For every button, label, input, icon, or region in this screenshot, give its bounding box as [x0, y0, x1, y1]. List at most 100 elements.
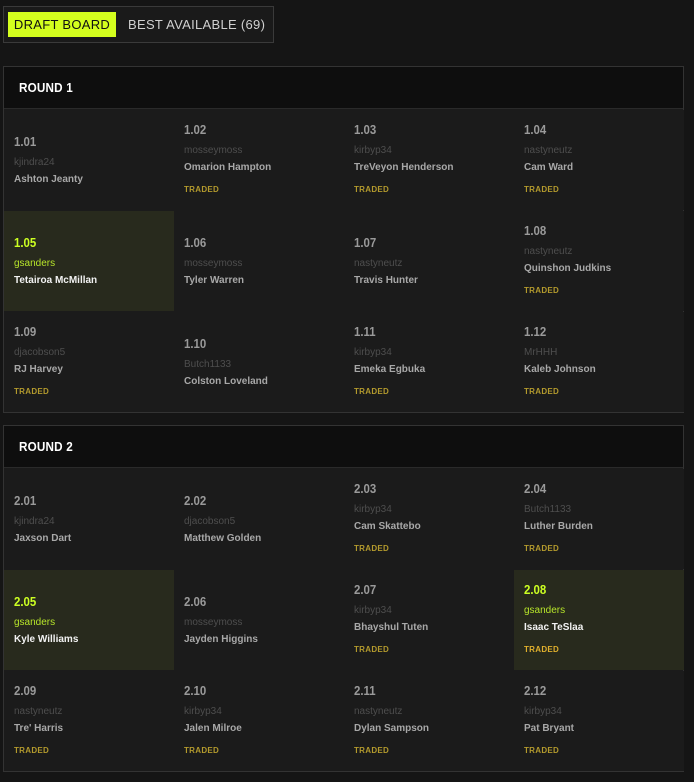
- pick-number: 1.12: [524, 324, 547, 339]
- pick-cell[interactable]: 1.04 nastyneutz Cam Ward TRADED: [514, 110, 684, 210]
- pick-owner: gsanders: [14, 617, 56, 628]
- player-name: Matthew Golden: [184, 533, 262, 544]
- pick-number: 1.07: [354, 235, 377, 250]
- player-name: Pat Bryant: [524, 723, 575, 734]
- pick-cell[interactable]: 1.09 djacobson5 RJ Harvey TRADED: [4, 312, 174, 412]
- player-name: RJ Harvey: [14, 364, 63, 375]
- pick-cell[interactable]: 1.05 gsanders Tetairoa McMillan: [4, 211, 174, 311]
- pick-owner: kirbyp34: [354, 504, 392, 515]
- pick-number: 2.12: [524, 683, 547, 698]
- traded-badge: TRADED: [14, 746, 50, 755]
- round-title: ROUND 1: [19, 80, 73, 95]
- player-name: Jayden Higgins: [184, 634, 258, 645]
- tab-best-available[interactable]: BEST AVAILABLE (69): [128, 12, 265, 37]
- pick-owner: djacobson5: [14, 347, 66, 358]
- pick-owner: djacobson5: [184, 516, 236, 527]
- pick-number: 2.10: [184, 683, 207, 698]
- traded-badge: TRADED: [524, 544, 560, 553]
- pick-owner: kirbyp34: [354, 605, 392, 616]
- pick-cell[interactable]: 2.05 gsanders Kyle Williams: [4, 570, 174, 670]
- pick-cell[interactable]: 1.10 Butch1133 Colston Loveland: [174, 312, 344, 412]
- pick-owner: gsanders: [14, 258, 56, 269]
- pick-cell[interactable]: 2.06 mosseymoss Jayden Higgins: [174, 570, 344, 670]
- pick-cell[interactable]: 2.04 Butch1133 Luther Burden TRADED: [514, 469, 684, 569]
- pick-cell[interactable]: 2.07 kirbyp34 Bhayshul Tuten TRADED: [344, 570, 514, 670]
- player-name: Kyle Williams: [14, 634, 79, 645]
- player-name: Cam Skattebo: [354, 521, 421, 532]
- round-header: ROUND 2: [4, 426, 683, 468]
- player-name: Travis Hunter: [354, 275, 418, 286]
- traded-badge: TRADED: [14, 387, 50, 396]
- pick-number: 1.08: [524, 223, 547, 238]
- pick-cell[interactable]: 1.08 nastyneutz Quinshon Judkins TRADED: [514, 211, 684, 311]
- round-title: ROUND 2: [19, 439, 73, 454]
- player-name: Omarion Hampton: [184, 162, 272, 173]
- pick-owner: kjindra24: [14, 516, 55, 527]
- round-header: ROUND 1: [4, 67, 683, 109]
- player-name: Bhayshul Tuten: [354, 622, 429, 633]
- pick-number: 2.06: [184, 594, 207, 609]
- pick-cell[interactable]: 1.01 kjindra24 Ashton Jeanty: [4, 110, 174, 210]
- player-name: Cam Ward: [524, 162, 574, 173]
- tab-draft-board[interactable]: DRAFT BOARD: [8, 12, 116, 37]
- pick-cell[interactable]: 2.08 gsanders Isaac TeSlaa TRADED: [514, 570, 684, 670]
- player-name: Quinshon Judkins: [524, 263, 612, 274]
- pick-cell[interactable]: 1.02 mosseymoss Omarion Hampton TRADED: [174, 110, 344, 210]
- pick-number: 1.05: [14, 235, 37, 250]
- pick-owner: kirbyp34: [184, 706, 222, 717]
- traded-badge: TRADED: [354, 544, 390, 553]
- pick-number: 1.01: [14, 134, 37, 149]
- pick-number: 1.06: [184, 235, 207, 250]
- pick-owner: kirbyp34: [524, 706, 562, 717]
- pick-number: 2.08: [524, 582, 547, 597]
- pick-number: 2.11: [354, 683, 376, 698]
- pick-owner: kirbyp34: [354, 347, 392, 358]
- pick-owner: nastyneutz: [524, 246, 573, 257]
- pick-owner: kjindra24: [14, 157, 55, 168]
- pick-owner: nastyneutz: [354, 706, 403, 717]
- pick-cell[interactable]: 2.09 nastyneutz Tre' Harris TRADED: [4, 671, 174, 771]
- pick-cell[interactable]: 2.12 kirbyp34 Pat Bryant TRADED: [514, 671, 684, 771]
- pick-number: 2.03: [354, 481, 377, 496]
- pick-owner: mosseymoss: [184, 617, 243, 628]
- pick-number: 1.04: [524, 122, 547, 137]
- pick-number: 2.05: [14, 594, 37, 609]
- traded-badge: TRADED: [354, 746, 390, 755]
- traded-badge: TRADED: [354, 185, 390, 194]
- pick-owner: nastyneutz: [354, 258, 403, 269]
- player-name: Ashton Jeanty: [14, 174, 83, 185]
- pick-owner: Butch1133: [524, 504, 572, 515]
- pick-cell[interactable]: 1.12 MrHHH Kaleb Johnson TRADED: [514, 312, 684, 412]
- player-name: Jaxson Dart: [14, 533, 72, 544]
- traded-badge: TRADED: [354, 645, 390, 654]
- pick-cell[interactable]: 2.02 djacobson5 Matthew Golden: [174, 469, 344, 569]
- player-name: Jalen Milroe: [184, 723, 242, 734]
- pick-cell[interactable]: 2.11 nastyneutz Dylan Sampson TRADED: [344, 671, 514, 771]
- traded-badge: TRADED: [524, 645, 560, 654]
- traded-badge: TRADED: [524, 387, 560, 396]
- pick-cell[interactable]: 2.10 kirbyp34 Jalen Milroe TRADED: [174, 671, 344, 771]
- player-name: Kaleb Johnson: [524, 364, 596, 375]
- player-name: Tre' Harris: [14, 723, 64, 734]
- pick-cell[interactable]: 2.01 kjindra24 Jaxson Dart: [4, 469, 174, 569]
- round-panel: ROUND 2 2.01 kjindra24 Jaxson Dart 2.02 djaco…: [3, 425, 684, 772]
- player-name: Colston Loveland: [184, 376, 268, 387]
- pick-number: 2.01: [14, 493, 37, 508]
- pick-cell[interactable]: 1.11 kirbyp34 Emeka Egbuka TRADED: [344, 312, 514, 412]
- pick-owner: kirbyp34: [354, 145, 392, 156]
- pick-number: 2.09: [14, 683, 37, 698]
- player-name: Tyler Warren: [184, 275, 245, 286]
- pick-cell[interactable]: 1.06 mosseymoss Tyler Warren: [174, 211, 344, 311]
- pick-owner: Butch1133: [184, 359, 232, 370]
- traded-badge: TRADED: [524, 746, 560, 755]
- pick-cell[interactable]: 1.07 nastyneutz Travis Hunter: [344, 211, 514, 311]
- pick-number: 2.02: [184, 493, 207, 508]
- traded-badge: TRADED: [524, 286, 560, 295]
- player-name: Dylan Sampson: [354, 723, 430, 734]
- pick-cell[interactable]: 1.03 kirbyp34 TreVeyon Henderson TRADED: [344, 110, 514, 210]
- player-name: Emeka Egbuka: [354, 364, 426, 375]
- pick-cell[interactable]: 2.03 kirbyp34 Cam Skattebo TRADED: [344, 469, 514, 569]
- pick-number: 2.04: [524, 481, 547, 496]
- pick-owner: mosseymoss: [184, 258, 243, 269]
- traded-badge: TRADED: [184, 746, 220, 755]
